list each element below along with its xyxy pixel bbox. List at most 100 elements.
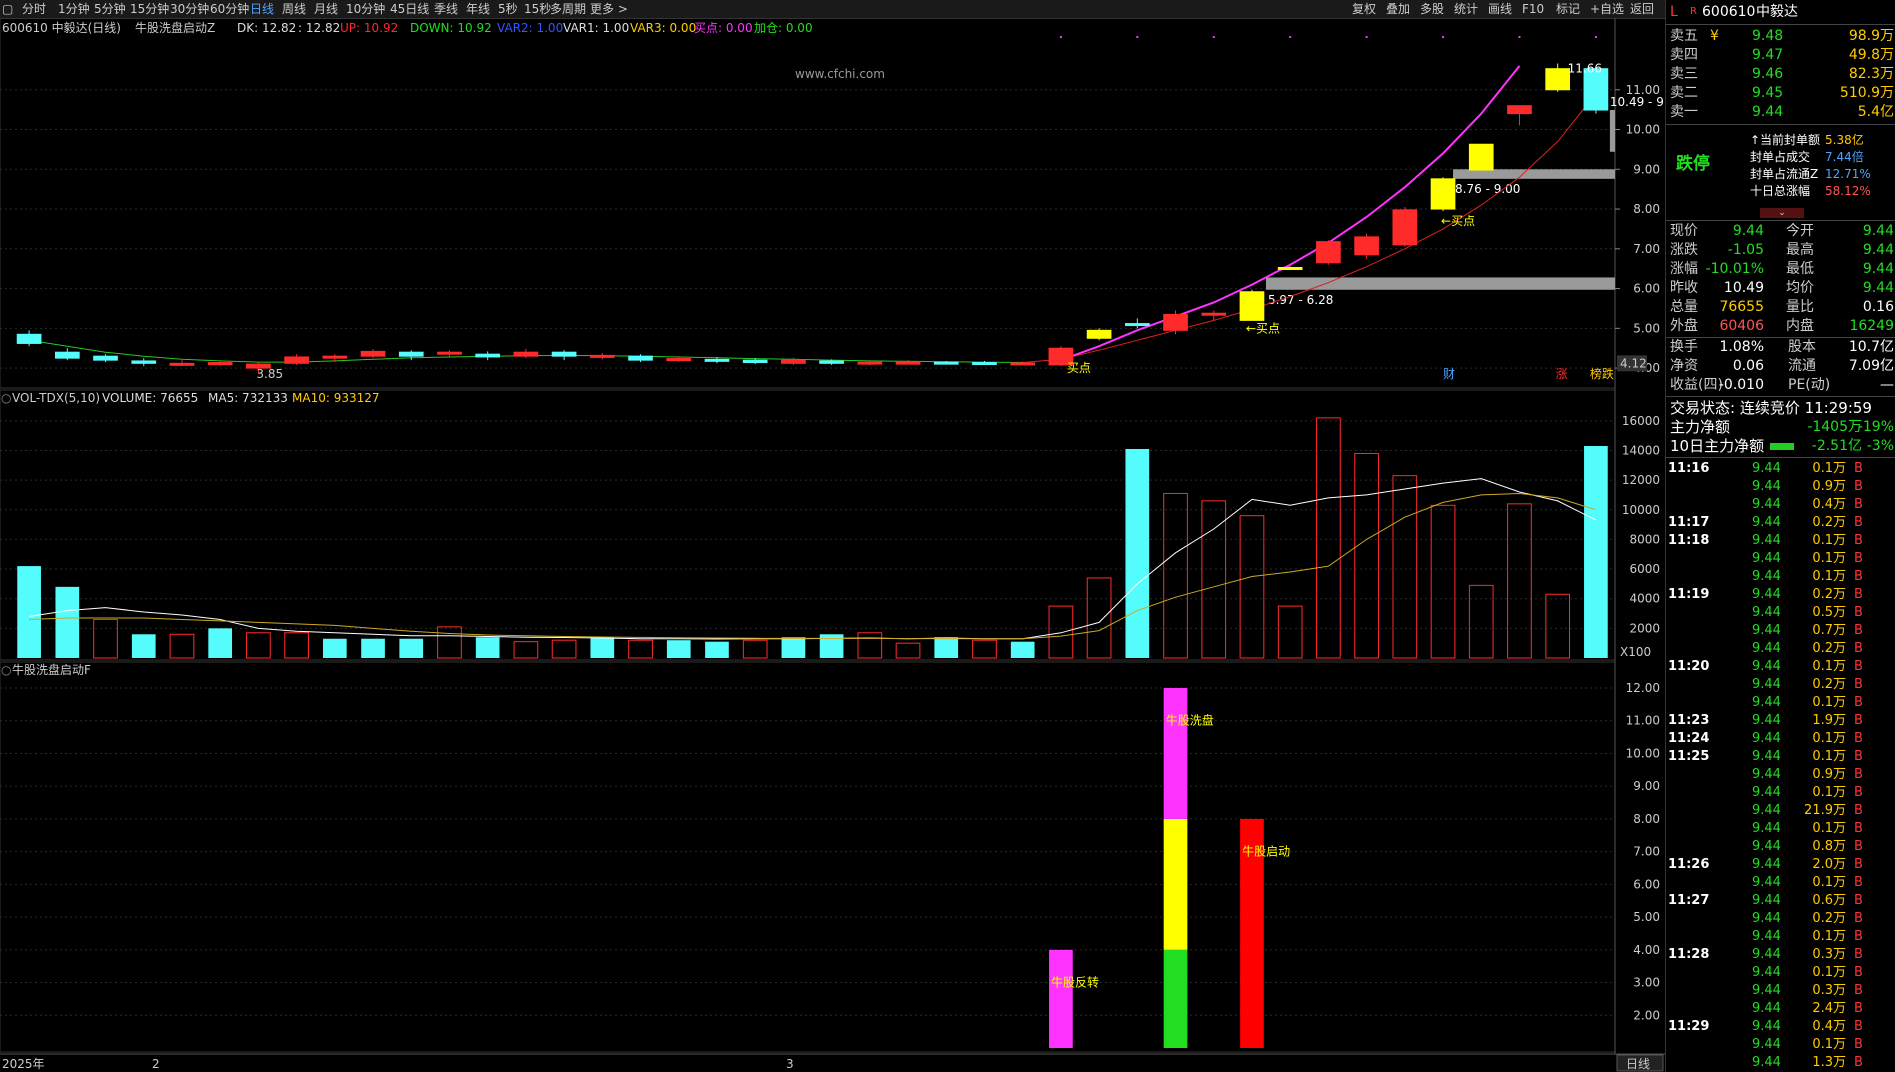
tick-price: 9.44 (1752, 911, 1781, 926)
candle-body (1239, 291, 1265, 321)
ask-price: 9.46 (1752, 66, 1784, 82)
indicator-pane-title: 牛股洗盘启动F (12, 662, 91, 677)
candle-body (1163, 313, 1188, 331)
period-tab[interactable]: 分时 (22, 1, 46, 17)
tick-row: 11:20 9.44 0.1万 B (1666, 658, 1895, 676)
indicator-tick-label: 5.00 (1633, 910, 1660, 924)
signal-dot (1136, 36, 1139, 38)
separator (1666, 457, 1895, 458)
stock-name: 中毅达 (1756, 4, 1798, 20)
candle-body (628, 355, 653, 361)
stat-key: 外盘 (1670, 318, 1698, 334)
ask-level-label: 卖四 (1670, 47, 1698, 63)
current-price-label: 4.12 (1620, 356, 1647, 370)
quote-row: 卖二 9.45 510.9万 (1666, 84, 1895, 103)
tick-price: 9.44 (1752, 515, 1781, 530)
period-tab[interactable]: 年线 (466, 1, 490, 17)
quote-row: 10日主力净额 -2.51亿 -3% (1666, 437, 1895, 456)
toolbar-button[interactable]: 返回 (1630, 1, 1654, 17)
candle-body (169, 362, 195, 366)
low-price-label: 3.85 (256, 367, 283, 381)
tick-volume: 0.2万 (1812, 641, 1846, 656)
volume-tick-label: 4000 (1629, 592, 1660, 606)
stat-value: 76655 (1719, 299, 1764, 315)
quote-row: 收益(四) -0.010 PE(动) — (1666, 376, 1895, 395)
signal-bar-label: 牛股启动 (1242, 844, 1290, 859)
tick-price: 9.44 (1752, 479, 1781, 494)
volume-bar (1048, 605, 1074, 659)
period-tab[interactable]: 5秒 (498, 1, 518, 17)
tick-row: 9.44 2.4万 B (1666, 1000, 1895, 1018)
tick-volume: 0.1万 (1812, 1037, 1846, 1052)
volume-bar (705, 641, 729, 658)
period-tab[interactable]: 10分钟 (346, 1, 385, 17)
tick-price: 9.44 (1752, 713, 1781, 728)
period-tab[interactable]: 60分钟 (210, 1, 249, 17)
tick-side: B (1854, 1037, 1863, 1052)
volume-bar (781, 637, 806, 658)
tick-volume: 0.1万 (1812, 749, 1846, 764)
period-tab[interactable]: 周线 (282, 1, 306, 17)
period-tab[interactable]: 日线 (250, 1, 274, 17)
candle-body (1354, 236, 1379, 256)
event-tag-zhang: 涨 (1556, 366, 1568, 381)
tick-side: B (1854, 479, 1863, 494)
tick-side: B (1854, 1055, 1863, 1070)
toolbar-button[interactable]: 画线 (1488, 1, 1512, 17)
tick-row: 9.44 0.9万 B (1666, 766, 1895, 784)
signal-bar-segment (1049, 949, 1073, 1048)
tick-price: 9.44 (1752, 893, 1781, 908)
tick-volume: 0.2万 (1812, 515, 1846, 530)
period-tab[interactable]: 月线 (314, 1, 338, 17)
stat-key: 现价 (1670, 223, 1698, 239)
toolbar-menu-icon[interactable]: ▢ (2, 1, 13, 17)
stat-key: 涨跌 (1670, 242, 1698, 258)
period-tab[interactable]: 1分钟 (58, 1, 90, 17)
volume-tick-label: 12000 (1622, 473, 1660, 487)
period-tab[interactable]: 45日线 (390, 1, 429, 17)
volume-header-value: VOLUME: 76655 (102, 391, 198, 405)
candle-body (16, 333, 42, 344)
collapse-chevron-icon[interactable]: ⌄ (1760, 208, 1804, 218)
toolbar-button[interactable]: 复权 (1352, 1, 1376, 17)
indicator-header-value: 买点: 0.00 (694, 21, 753, 35)
volume-bar (972, 639, 997, 659)
seal-value: 58.12% (1825, 184, 1871, 198)
toolbar-button[interactable]: 叠加 (1386, 1, 1410, 17)
period-tab[interactable]: 15分钟 (130, 1, 169, 17)
volume-bar (1277, 605, 1303, 659)
price-tick-label: 9.00 (1633, 162, 1660, 176)
tick-side: B (1854, 767, 1863, 782)
period-tab[interactable]: 15秒 (524, 1, 551, 17)
tick-volume: 0.1万 (1812, 659, 1846, 674)
period-tab[interactable]: 多周期 (550, 1, 586, 17)
period-tab[interactable]: 30分钟 (170, 1, 209, 17)
stat-key: PE(动) (1788, 377, 1831, 393)
tick-price: 9.44 (1752, 677, 1781, 692)
net-flow-bar (1770, 443, 1794, 450)
ask-price: 9.47 (1752, 47, 1784, 63)
stat-value: — (1880, 377, 1894, 393)
candle-body (1316, 241, 1341, 264)
period-tab[interactable]: 5分钟 (94, 1, 126, 17)
toolbar-button[interactable]: 统计 (1454, 1, 1478, 17)
tick-price: 9.44 (1752, 605, 1781, 620)
toolbar-button[interactable]: +自选 (1590, 1, 1624, 17)
volume-bar (284, 632, 309, 659)
tick-volume: 2.4万 (1812, 1001, 1846, 1016)
toolbar-button[interactable]: 标记 (1556, 1, 1580, 17)
tick-row: 9.44 0.2万 B (1666, 910, 1895, 928)
volume-bar (1163, 492, 1188, 659)
tick-volume: 0.4万 (1812, 497, 1846, 512)
candle-body (589, 354, 615, 358)
signal-dot (1212, 36, 1215, 38)
period-tab[interactable]: 季线 (434, 1, 458, 17)
tick-time: 11:17 (1668, 515, 1710, 530)
volume-bar (857, 632, 883, 659)
toolbar-button[interactable]: 多股 (1420, 1, 1444, 17)
period-tab[interactable]: 更多 > (590, 1, 628, 17)
stat-value: 9.44 (1862, 261, 1894, 277)
signal-bar-label: 牛股反转 (1051, 975, 1099, 990)
toolbar-button[interactable]: F10 (1522, 1, 1544, 17)
tick-side: B (1854, 623, 1863, 638)
